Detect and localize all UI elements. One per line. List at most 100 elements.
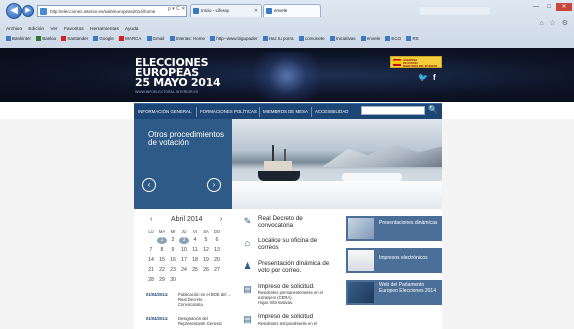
calendar-day[interactable]: 14 bbox=[146, 257, 156, 264]
fav-envele[interactable]: envele bbox=[360, 36, 380, 41]
ministry-logo[interactable]: GOBIERNO DE ESPAÑA MINISTERIO DEL INTERI… bbox=[390, 56, 442, 68]
link-impreso-temporal[interactable]: Impreso de solicitud bbox=[258, 313, 313, 320]
home-favorites-tools-icons[interactable]: ⌂ ☆ ⚙ bbox=[539, 19, 570, 27]
nav-miembros-de-mesa[interactable]: MIEMBROS DE MESA bbox=[263, 104, 308, 120]
fav-bigupader[interactable]: http--www.bigupader bbox=[210, 36, 258, 41]
calendar-day[interactable]: 9 bbox=[168, 247, 178, 254]
link-real-decreto[interactable]: Real Decreto de convocatoria bbox=[258, 215, 303, 229]
news-date[interactable]: 01/04/2014: bbox=[146, 292, 168, 297]
fav-porra[interactable]: Haz tu porra bbox=[262, 36, 294, 41]
calendar-day[interactable]: 21 bbox=[146, 267, 156, 274]
tab-envele[interactable]: envele bbox=[263, 4, 321, 17]
calendar-day[interactable]: 24 bbox=[179, 267, 189, 274]
calendar-day[interactable]: 29 bbox=[157, 277, 167, 284]
calendar-day[interactable]: 10 bbox=[179, 247, 189, 254]
menu-ver[interactable]: Ver bbox=[50, 27, 57, 32]
calendar-day[interactable]: 19 bbox=[201, 257, 211, 264]
browser-search-box[interactable] bbox=[420, 7, 490, 15]
menu-favoritos[interactable]: Favoritos bbox=[64, 27, 84, 32]
twitter-icon[interactable]: 🐦 bbox=[418, 73, 428, 82]
tile-impresos-electronicos[interactable]: Impresos electrónicos bbox=[346, 248, 442, 273]
news-text[interactable]: Publicación en el BOE del ... Real Decre… bbox=[178, 292, 231, 307]
fav-interias[interactable]: Interias: Home bbox=[169, 36, 205, 41]
calendar-day[interactable]: 6 bbox=[212, 237, 222, 244]
ice-shape bbox=[342, 173, 402, 181]
calendar-day[interactable]: 4 bbox=[190, 237, 200, 244]
nav-informacion-general[interactable]: INFORMACIÓN GENERAL bbox=[138, 104, 191, 120]
menu-archivo[interactable]: Archivo bbox=[6, 27, 22, 32]
calendar-prev-button[interactable]: ‹ bbox=[150, 216, 152, 223]
close-window-button[interactable]: ✕ bbox=[556, 3, 572, 11]
calendar-day[interactable]: 1 bbox=[157, 237, 167, 244]
tab-close-icon[interactable]: ✕ bbox=[254, 5, 258, 17]
news-date[interactable]: 01/04/2014: bbox=[146, 316, 168, 321]
search-icon[interactable]: 🔍 bbox=[428, 104, 438, 116]
bookmark-icon bbox=[61, 36, 67, 41]
fav-marca[interactable]: MARCA bbox=[119, 36, 141, 41]
calendar-day[interactable]: 16 bbox=[168, 257, 178, 264]
calendar-day[interactable]: 15 bbox=[157, 257, 167, 264]
address-bar[interactable]: http://elecciones.interior.es/web/europe… bbox=[37, 5, 187, 17]
fav-google[interactable]: Google bbox=[93, 36, 114, 41]
calendar-day[interactable]: 30 bbox=[168, 277, 178, 284]
tile-label: Web del Parlamento Europeo Elecciones 20… bbox=[379, 282, 436, 294]
calendar-day[interactable]: 26 bbox=[201, 267, 211, 274]
fav-bankinter[interactable]: Bankinter bbox=[6, 36, 31, 41]
calendar-day[interactable]: 2 bbox=[168, 237, 178, 244]
facebook-icon[interactable]: f bbox=[433, 73, 436, 82]
fav-bankia[interactable]: Bankia bbox=[36, 36, 56, 41]
forward-button[interactable]: ▶ bbox=[22, 5, 34, 17]
calendar-next-button[interactable]: › bbox=[220, 216, 222, 223]
minimize-button[interactable]: — bbox=[530, 3, 542, 11]
maximize-button[interactable]: □ bbox=[543, 3, 555, 11]
slider-next-button[interactable]: › bbox=[207, 178, 221, 192]
calendar-day[interactable]: 12 bbox=[201, 247, 211, 254]
calendar-day[interactable]: 17 bbox=[179, 257, 189, 264]
calendar-day[interactable]: 25 bbox=[190, 267, 200, 274]
link-impreso-cera[interactable]: Impreso de solicitud. bbox=[258, 283, 315, 290]
tile-presentaciones-dinamicas[interactable]: Presentaciones dinámicas bbox=[346, 216, 442, 241]
calendar-day[interactable]: 5 bbox=[201, 237, 211, 244]
calendar-day[interactable]: 13 bbox=[212, 247, 222, 254]
calendar-weekday: LU bbox=[148, 229, 154, 234]
calendar-day[interactable]: 11 bbox=[190, 247, 200, 254]
tile-label: Impresos electrónicos bbox=[379, 255, 428, 261]
calendar-day[interactable]: 27 bbox=[212, 267, 222, 274]
back-button[interactable]: ◀ bbox=[6, 3, 22, 19]
parliament-thumbnail-icon bbox=[348, 282, 374, 303]
site-search-input[interactable] bbox=[361, 106, 425, 115]
bookmark-icon bbox=[119, 36, 125, 41]
calendar-day[interactable]: 22 bbox=[157, 267, 167, 274]
calendar-day[interactable]: 7 bbox=[146, 247, 156, 254]
news-text[interactable]: Designación del Representante General bbox=[178, 316, 222, 326]
calendar-day[interactable]: 8 bbox=[157, 247, 167, 254]
menu-ayuda[interactable]: Ayuda bbox=[125, 27, 139, 32]
tab-inicio-liferay[interactable]: Inicio - Liferay ✕ bbox=[190, 4, 262, 17]
fav-comunete[interactable]: comunete bbox=[298, 36, 325, 41]
calendar-day[interactable]: 20 bbox=[212, 257, 222, 264]
slider-prev-button[interactable]: ‹ bbox=[142, 178, 156, 192]
fav-rs[interactable]: RS bbox=[406, 36, 419, 41]
link-presentacion-dinamica[interactable]: Presentación dinámica de voto por correo… bbox=[258, 260, 329, 274]
bookmark-icon bbox=[210, 36, 216, 41]
site-logo[interactable]: ELECCIONES EUROPEAS 25 MAYO 2014 WWW.INF… bbox=[135, 57, 231, 94]
menu-edicion[interactable]: Edición bbox=[28, 27, 44, 32]
logo-line-3: 25 MAYO 2014 bbox=[135, 76, 221, 89]
menu-herramientas[interactable]: Herramientas bbox=[90, 27, 119, 32]
fav-santander[interactable]: Santander bbox=[61, 36, 88, 41]
tile-parlamento-europeo[interactable]: Web del Parlamento Europeo Elecciones 20… bbox=[346, 280, 442, 305]
nav-accesibilidad[interactable]: ACCESIBILIDAD bbox=[315, 104, 348, 120]
nav-formaciones-politicas[interactable]: FORMACIONES POLÍTICAS bbox=[200, 104, 257, 120]
calendar-day[interactable]: 3 bbox=[179, 237, 189, 244]
calendar-weekday: MI bbox=[170, 229, 176, 234]
fav-gmail[interactable]: Gmail bbox=[146, 36, 164, 41]
calendar-day[interactable]: 28 bbox=[146, 277, 156, 284]
fav-iniciativas[interactable]: Iniciativas bbox=[329, 36, 356, 41]
link-line: Localice su oficina de bbox=[258, 237, 318, 244]
calendar-day[interactable]: 23 bbox=[168, 267, 178, 274]
slider-title[interactable]: Otros procedimientos de votación bbox=[148, 131, 228, 147]
calendar-day[interactable]: 18 bbox=[190, 257, 200, 264]
link-oficina-correos[interactable]: Localice su oficina de correos bbox=[258, 237, 317, 251]
fav-eco[interactable]: ECO bbox=[385, 36, 401, 41]
address-tools[interactable]: ρ ▾ C ✕ bbox=[168, 6, 185, 12]
